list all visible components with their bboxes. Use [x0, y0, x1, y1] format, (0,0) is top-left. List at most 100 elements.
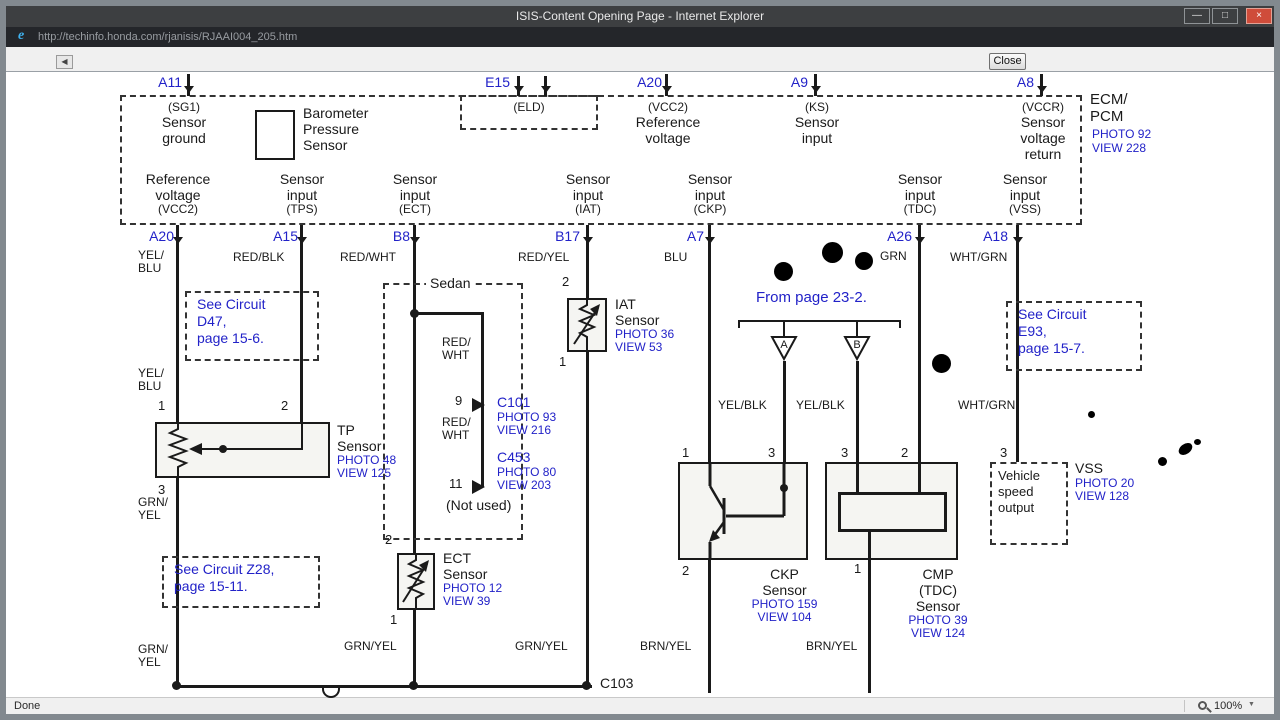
- vcc2-function: (VCC2) Reference voltage: [635, 100, 701, 147]
- ckp-sensor-label: CKP Sensor PHOTO 159 VIEW 104: [712, 566, 857, 624]
- bracket-tick-left: [738, 320, 740, 328]
- pin-a20-arrow-icon: [173, 237, 183, 244]
- view-link-vss[interactable]: VIEW 128: [1075, 490, 1134, 503]
- pin-label-a11: A11: [158, 74, 182, 90]
- pin-label-b17: B17: [555, 228, 580, 244]
- branch-a-triangle: A: [770, 336, 798, 362]
- wire-a26: [918, 247, 921, 462]
- pin-label-a9: A9: [790, 74, 808, 90]
- pin-a15-arrow-icon: [297, 237, 307, 244]
- wire-yel-blu: YEL/ BLU: [138, 248, 165, 275]
- ect-pin-bottom: 1: [390, 612, 398, 627]
- c453-label: C453 PHOTO 80 VIEW 203: [497, 449, 557, 492]
- ink-blot: [1176, 440, 1195, 458]
- sedan-label: Sedan: [426, 275, 475, 291]
- c103-label: C103: [600, 675, 634, 691]
- wire-b17-upper: [586, 247, 589, 298]
- view-link-ecm[interactable]: VIEW 228: [1092, 142, 1146, 155]
- cmp-pin-1: 1: [854, 561, 862, 576]
- wire-red-wht: RED/WHT: [340, 250, 396, 264]
- pin-label-a15: A15: [273, 228, 298, 244]
- ink-blot: [855, 252, 873, 270]
- pin-b17-arrow-icon: [583, 237, 593, 244]
- c103-connector-symbol: [322, 688, 340, 698]
- pin-label-a20: A20: [149, 228, 174, 244]
- tp-pin-1: 1: [158, 398, 166, 413]
- branch-b-triangle: B: [843, 336, 871, 362]
- wire-b17-lower: [586, 352, 589, 688]
- bracket-tick-right: [899, 320, 901, 328]
- see-circuit-e93-text: See Circuit E93, page 15-7.: [1018, 306, 1087, 356]
- ink-blot: [1088, 411, 1095, 418]
- tp-pin-2: 2: [281, 398, 289, 413]
- c101-label: C101 PHOTO 93 VIEW 216: [497, 394, 557, 437]
- iat-sensor-label: IAT Sensor PHOTO 36 VIEW 53: [615, 296, 675, 354]
- view-link-ckp[interactable]: VIEW 104: [712, 611, 857, 624]
- view-link-cmp[interactable]: VIEW 124: [868, 627, 1008, 640]
- wire-wht-grn-mid: WHT/GRN: [958, 398, 1016, 412]
- wire-b8-lower: [413, 610, 416, 688]
- bracket-line: [738, 320, 901, 322]
- pin-a18-arrow-icon: [1013, 237, 1023, 244]
- cmp-inner-wire-2: [918, 464, 921, 492]
- ink-blot: [774, 262, 793, 281]
- wire-a20-upper: [176, 247, 179, 422]
- view-link-ect[interactable]: VIEW 39: [443, 595, 502, 608]
- pin-a9-arrow-icon: [811, 86, 821, 93]
- pin-label-b8: B8: [392, 228, 410, 244]
- ckp-pin-3: 3: [768, 445, 776, 460]
- cmp-sensor-label: CMP (TDC) Sensor PHOTO 39 VIEW 124: [868, 566, 1008, 640]
- ect-thermistor-symbol: [402, 555, 429, 608]
- fn-tdc: Sensor input (TDC): [897, 171, 943, 216]
- ect-sensor-label: ECT Sensor PHOTO 12 VIEW 39: [443, 550, 503, 608]
- ink-blot: [1158, 457, 1167, 466]
- pin-a7-arrow-icon: [705, 237, 715, 244]
- photo-link-ecm[interactable]: PHOTO 92: [1092, 128, 1151, 141]
- wire-blu: BLU: [664, 250, 688, 264]
- wire-brn-yel-cmp: BRN/YEL: [806, 639, 858, 653]
- cmp-pin-3: 3: [841, 445, 849, 460]
- view-link-iat[interactable]: VIEW 53: [615, 341, 674, 354]
- tp-pin-3: 3: [158, 482, 166, 497]
- pin-label-e15: E15: [485, 74, 510, 90]
- cmp-pin-2: 2: [901, 445, 909, 460]
- pin-a11-arrow-icon: [184, 86, 194, 93]
- vss-label: VSS PHOTO 20 VIEW 128: [1075, 460, 1135, 503]
- pin-label-a7: A7: [686, 228, 704, 244]
- cmp-inner-wire-1: [868, 530, 871, 562]
- baro-sensor-label: Barometer Pressure Sensor: [303, 105, 369, 153]
- wiring-diagram: (ELD) A11 E15 A20 A9 A8 (SG1) Sensor gro…: [0, 0, 1280, 720]
- fn-vcc2: Reference voltage (VCC2): [145, 171, 211, 216]
- baro-sensor-box: [255, 110, 295, 160]
- ecm-name: ECM/ PCM: [1090, 91, 1128, 125]
- ground-bus: [176, 685, 592, 688]
- wire-brn-yel-ckp: BRN/YEL: [640, 639, 692, 653]
- pin-e15-arrow-icon: [514, 86, 524, 93]
- pin-a20-top-arrow-icon: [662, 86, 672, 93]
- fn-tps: Sensor input (TPS): [279, 171, 325, 216]
- vccr-function: (VCCR) Sensor voltage return: [1020, 100, 1066, 163]
- view-link-c101[interactable]: VIEW 216: [497, 424, 556, 437]
- cmp-coil-symbol: [838, 492, 947, 532]
- fn-vss: Sensor input (VSS): [1002, 171, 1048, 216]
- bus-dot-3: [582, 681, 591, 690]
- ink-blot: [1194, 439, 1201, 445]
- view-link-c453[interactable]: VIEW 203: [497, 479, 556, 492]
- see-circuit-z28-text: See Circuit Z28, page 15-11.: [174, 561, 275, 594]
- eld-code: (ELD): [513, 100, 545, 114]
- svg-text:B: B: [853, 339, 860, 351]
- not-used-note: (Not used): [446, 497, 512, 513]
- ink-blot: [822, 242, 843, 263]
- ckp-pin-2: 2: [682, 563, 690, 578]
- ks-function: (KS) Sensor input: [794, 100, 840, 147]
- tp-potentiometer-symbol: [167, 424, 303, 476]
- c101-terminal-arrow-icon: [472, 398, 485, 412]
- pin-label-a26: A26: [887, 228, 912, 244]
- wire-wht-grn: WHT/GRN: [950, 250, 1008, 264]
- c101-cavity: 9: [455, 393, 463, 408]
- wire-branch-a: [783, 361, 786, 462]
- vss-pin-3: 3: [1000, 445, 1008, 460]
- wire-red-wht-sedan-1: RED/ WHT: [442, 335, 471, 362]
- wire-grn-yel-b8: GRN/YEL: [344, 639, 397, 653]
- pin-b8-arrow-icon: [410, 237, 420, 244]
